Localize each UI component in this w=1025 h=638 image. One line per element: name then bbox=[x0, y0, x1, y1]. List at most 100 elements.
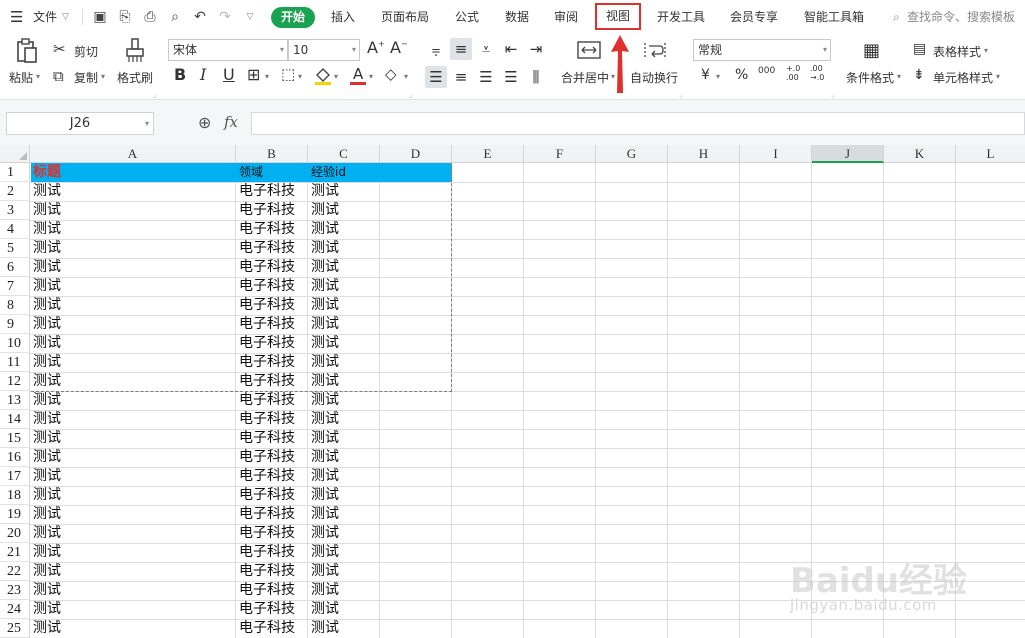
header-cell[interactable]: 标题 bbox=[30, 163, 236, 182]
table-cell[interactable]: 电子科技 bbox=[236, 524, 308, 543]
table-cell[interactable]: 测试 bbox=[308, 182, 380, 201]
justify-icon[interactable]: ☰ bbox=[500, 66, 522, 88]
table-cell[interactable]: 测试 bbox=[308, 448, 380, 467]
table-cell[interactable]: 测试 bbox=[30, 334, 236, 353]
indent-increase-icon[interactable]: ⇥ bbox=[525, 38, 547, 60]
table-cell[interactable]: 电子科技 bbox=[236, 581, 308, 600]
wrap-text-button[interactable]: 自动换行 bbox=[630, 69, 678, 86]
tab-7[interactable]: 开发工具 bbox=[648, 7, 714, 28]
table-cell[interactable]: 电子科技 bbox=[236, 391, 308, 410]
table-cell[interactable]: 测试 bbox=[30, 486, 236, 505]
row-header[interactable]: 3 bbox=[0, 201, 30, 220]
conditional-format-icon[interactable]: ▦ bbox=[863, 40, 880, 61]
table-cell[interactable]: 电子科技 bbox=[236, 600, 308, 619]
font-name-select[interactable]: 宋体 ▾ bbox=[168, 39, 288, 61]
fx-button[interactable]: fx bbox=[224, 113, 238, 131]
table-cell[interactable]: 测试 bbox=[308, 600, 380, 619]
column-header-a[interactable]: A bbox=[30, 145, 236, 163]
table-style-icon[interactable]: ▤ bbox=[913, 41, 926, 57]
row-header[interactable]: 20 bbox=[0, 524, 30, 543]
more-icon[interactable]: ▽ bbox=[241, 8, 259, 26]
tab-5[interactable]: 审阅 bbox=[547, 7, 585, 28]
row-header[interactable]: 24 bbox=[0, 600, 30, 619]
tab-1[interactable]: 插入 bbox=[326, 7, 360, 28]
font-shrink-icon[interactable]: A− bbox=[390, 38, 408, 57]
fill-pattern-icon[interactable]: ⬚ bbox=[281, 65, 295, 83]
table-cell[interactable]: 电子科技 bbox=[236, 315, 308, 334]
currency-dropdown-icon[interactable]: ▾ bbox=[716, 72, 720, 81]
row-header[interactable]: 4 bbox=[0, 220, 30, 239]
distributed-icon[interactable]: ⫼ bbox=[525, 66, 547, 88]
copy-button[interactable]: 复制 bbox=[74, 69, 98, 86]
table-cell[interactable]: 测试 bbox=[30, 429, 236, 448]
table-cell[interactable]: 测试 bbox=[308, 334, 380, 353]
align-left-icon[interactable]: ☰ bbox=[425, 66, 447, 88]
fill-color-icon[interactable] bbox=[314, 66, 332, 86]
table-cell[interactable]: 测试 bbox=[308, 296, 380, 315]
row-header[interactable]: 22 bbox=[0, 562, 30, 581]
table-cell[interactable]: 电子科技 bbox=[236, 277, 308, 296]
table-cell[interactable]: 电子科技 bbox=[236, 410, 308, 429]
column-header-i[interactable]: I bbox=[740, 145, 812, 163]
table-cell[interactable]: 电子科技 bbox=[236, 220, 308, 239]
row-header[interactable]: 1 bbox=[0, 163, 30, 182]
format-painter-icon[interactable] bbox=[124, 38, 146, 64]
font-color-dropdown-icon[interactable]: ▾ bbox=[369, 72, 373, 81]
fill-pattern-dropdown-icon[interactable]: ▾ bbox=[298, 72, 302, 81]
table-cell[interactable]: 测试 bbox=[308, 486, 380, 505]
align-top-icon[interactable]: ⩦ bbox=[425, 38, 447, 60]
chevron-down-icon[interactable]: ▽ bbox=[62, 0, 69, 34]
undo-icon[interactable]: ↶ bbox=[191, 8, 209, 26]
table-cell[interactable]: 测试 bbox=[308, 543, 380, 562]
conditional-format-dropdown-icon[interactable]: ▾ bbox=[897, 72, 901, 81]
tab-6[interactable]: 视图 bbox=[595, 3, 641, 30]
align-center-icon[interactable]: ≡ bbox=[450, 66, 472, 88]
table-cell[interactable]: 测试 bbox=[30, 201, 236, 220]
header-cell[interactable]: 领域 bbox=[236, 163, 308, 182]
table-cell[interactable]: 电子科技 bbox=[236, 239, 308, 258]
table-cell[interactable]: 测试 bbox=[30, 581, 236, 600]
wrap-text-icon[interactable] bbox=[643, 40, 667, 62]
row-header[interactable]: 13 bbox=[0, 391, 30, 410]
row-header[interactable]: 15 bbox=[0, 429, 30, 448]
table-cell[interactable]: 测试 bbox=[30, 524, 236, 543]
table-cell[interactable]: 测试 bbox=[308, 258, 380, 277]
table-cell[interactable]: 测试 bbox=[30, 220, 236, 239]
column-header-e[interactable]: E bbox=[452, 145, 524, 163]
bold-button[interactable]: B bbox=[174, 65, 186, 84]
table-style-dropdown-icon[interactable]: ▾ bbox=[984, 46, 988, 55]
cut-button[interactable]: 剪切 bbox=[74, 43, 98, 60]
table-cell[interactable]: 测试 bbox=[30, 277, 236, 296]
row-header[interactable]: 10 bbox=[0, 334, 30, 353]
search-icon[interactable]: ⌕ bbox=[893, 0, 900, 34]
copy-dropdown-icon[interactable]: ▾ bbox=[101, 72, 105, 81]
table-cell[interactable]: 测试 bbox=[308, 201, 380, 220]
table-cell[interactable]: 测试 bbox=[308, 467, 380, 486]
row-header[interactable]: 17 bbox=[0, 467, 30, 486]
table-cell[interactable]: 电子科技 bbox=[236, 353, 308, 372]
column-header-j[interactable]: J bbox=[812, 145, 884, 163]
table-cell[interactable]: 测试 bbox=[308, 372, 380, 391]
column-header-f[interactable]: F bbox=[524, 145, 596, 163]
print-icon[interactable]: ⎙ bbox=[141, 8, 159, 26]
table-cell[interactable]: 测试 bbox=[308, 220, 380, 239]
file-menu[interactable]: 文件 bbox=[33, 0, 57, 34]
underline-button[interactable]: U bbox=[223, 65, 235, 84]
table-cell[interactable]: 电子科技 bbox=[236, 467, 308, 486]
table-cell[interactable]: 测试 bbox=[308, 619, 380, 638]
table-style-button[interactable]: 表格样式 bbox=[933, 43, 981, 60]
table-cell[interactable]: 电子科技 bbox=[236, 505, 308, 524]
table-cell[interactable]: 测试 bbox=[30, 562, 236, 581]
print-preview-icon[interactable]: ⌕ bbox=[166, 8, 184, 26]
conditional-format-button[interactable]: 条件格式 bbox=[846, 69, 894, 86]
row-header[interactable]: 16 bbox=[0, 448, 30, 467]
tab-2[interactable]: 页面布局 bbox=[375, 7, 435, 28]
table-cell[interactable]: 电子科技 bbox=[236, 486, 308, 505]
table-cell[interactable]: 测试 bbox=[30, 182, 236, 201]
row-header[interactable]: 14 bbox=[0, 410, 30, 429]
percent-button[interactable]: % bbox=[735, 67, 748, 83]
clear-format-dropdown-icon[interactable]: ▾ bbox=[404, 72, 408, 81]
cell-style-dropdown-icon[interactable]: ▾ bbox=[996, 72, 1000, 81]
hamburger-icon[interactable]: ☰ bbox=[10, 0, 23, 34]
increase-decimal-button[interactable]: +.0 .00 bbox=[786, 64, 806, 82]
